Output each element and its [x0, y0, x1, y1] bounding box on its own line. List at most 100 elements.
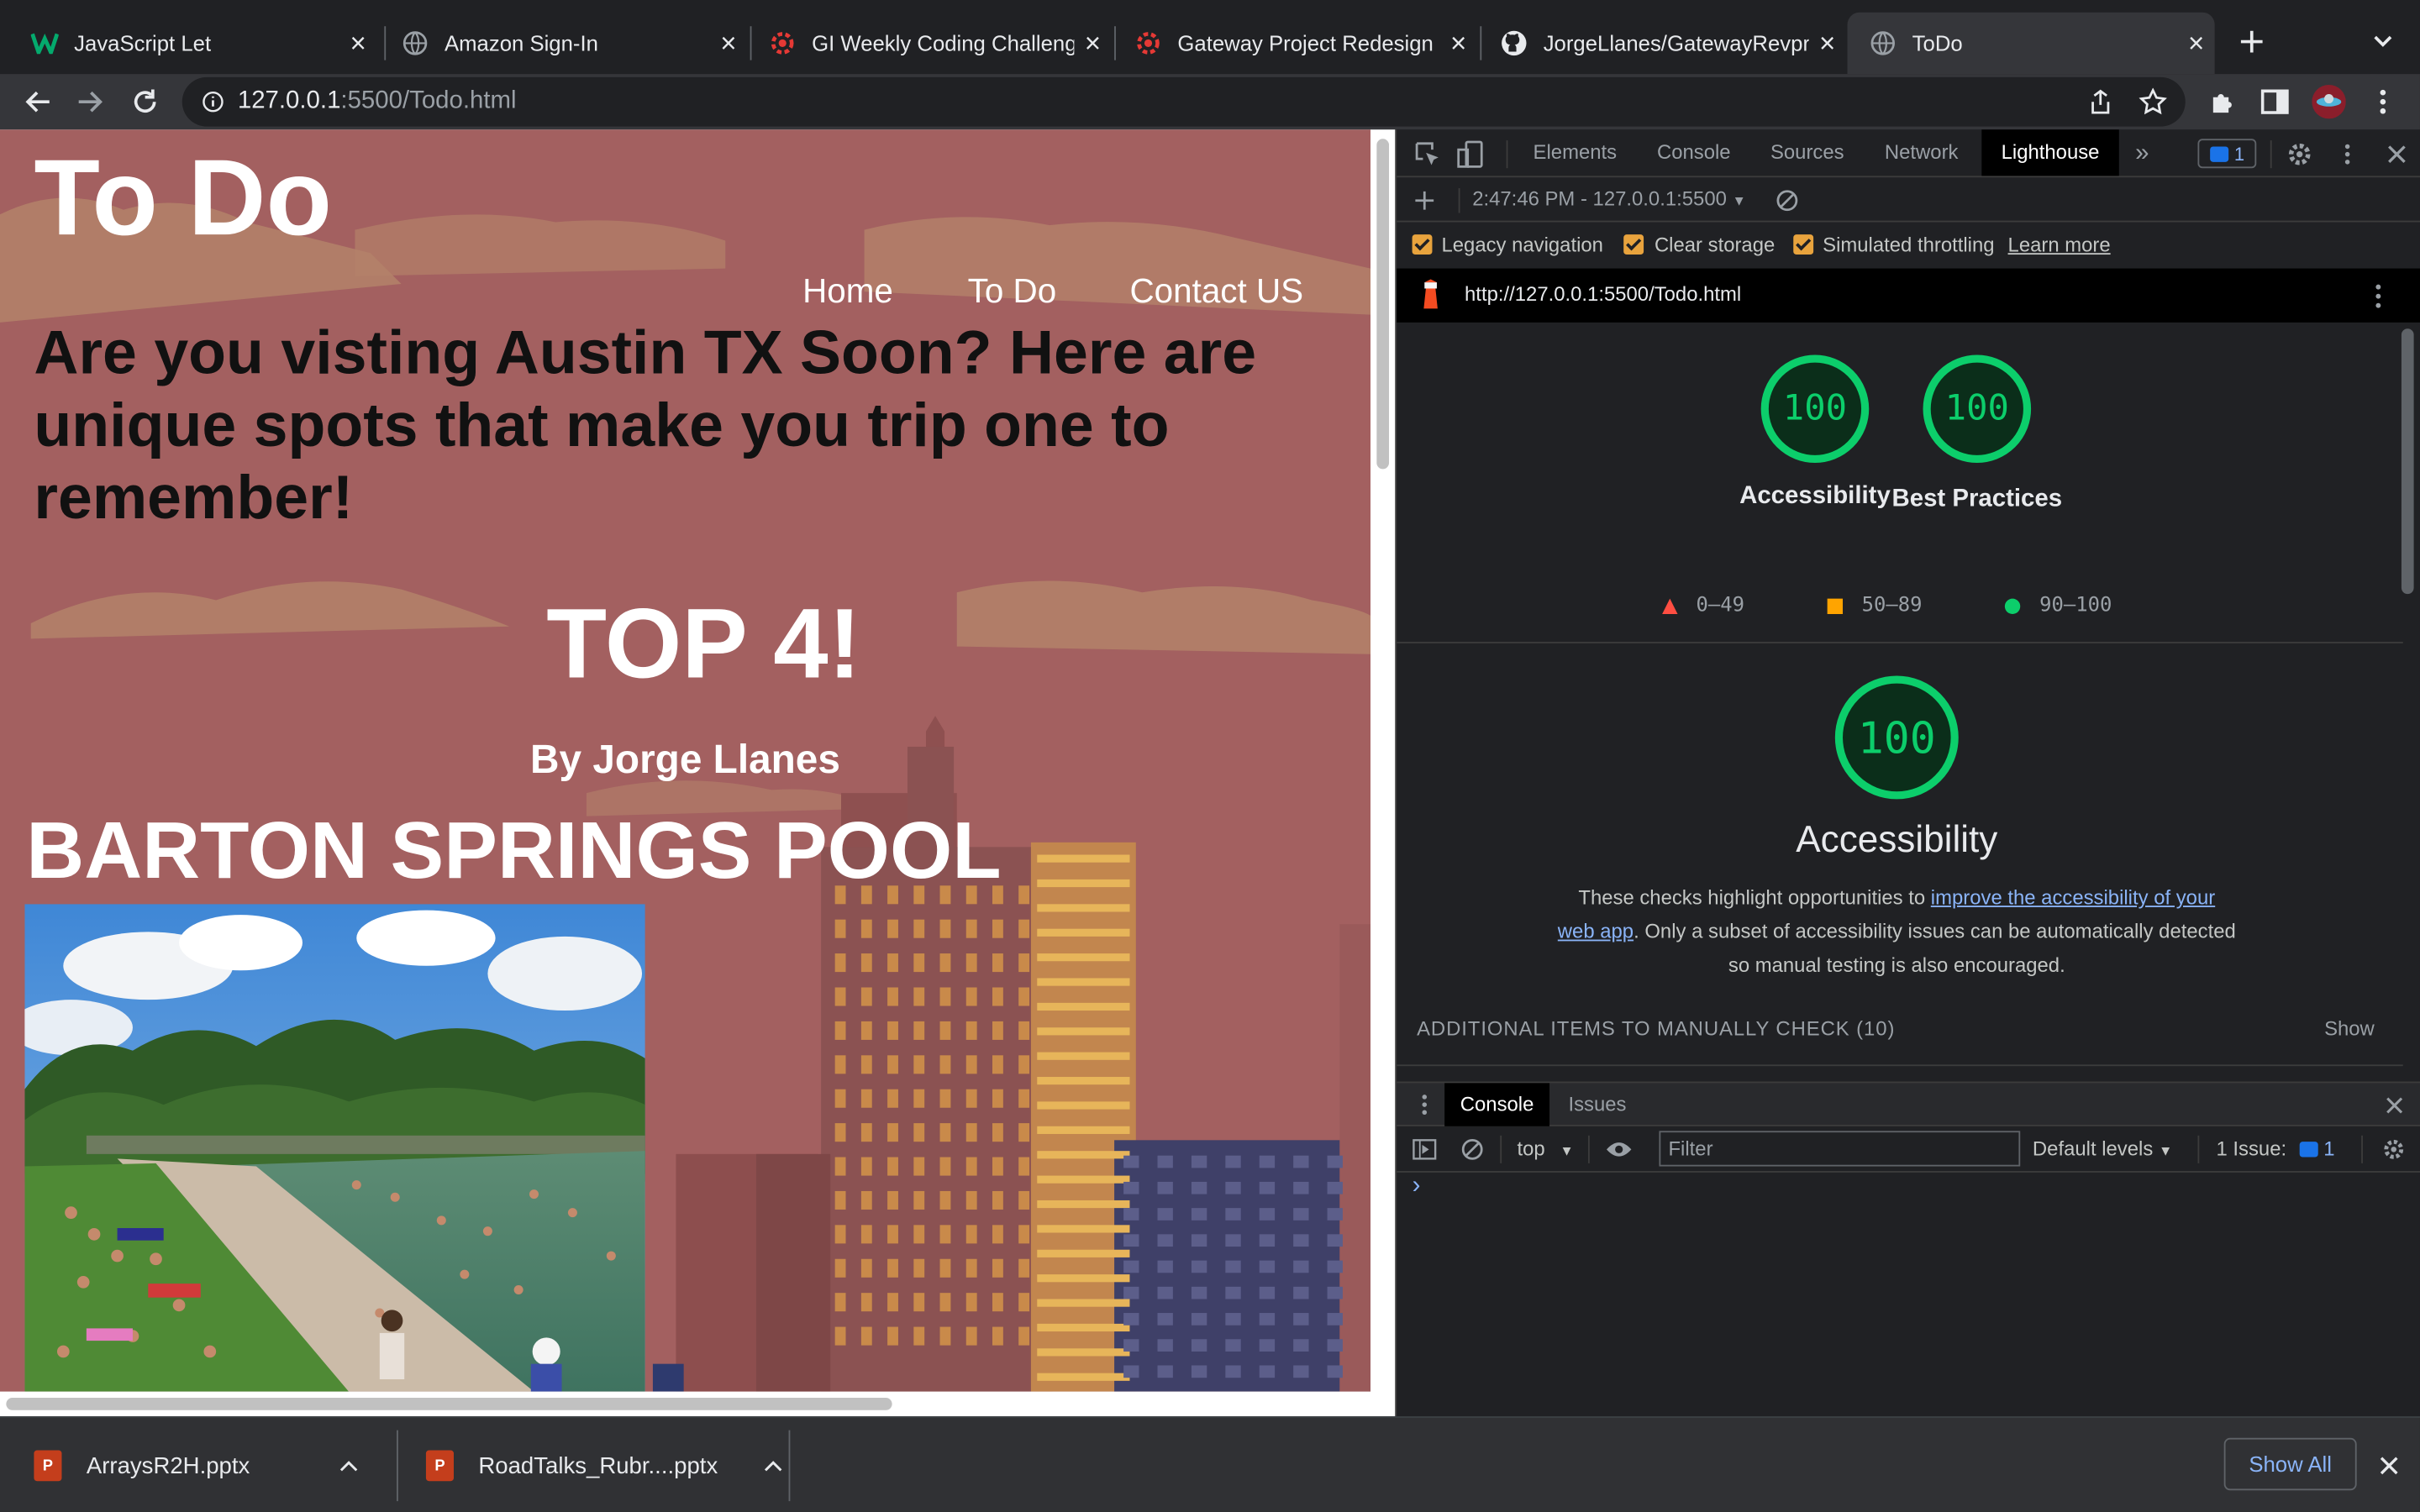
close-tab-icon[interactable]: ×	[339, 27, 376, 60]
close-tab-icon[interactable]: ×	[1440, 27, 1477, 60]
console-prompt[interactable]: ›	[1413, 1173, 1421, 1200]
side-panel-icon[interactable]	[2256, 83, 2293, 120]
back-arrow-icon[interactable]	[18, 83, 55, 120]
nav-link-home[interactable]: Home	[802, 271, 893, 312]
devtools-panel: Elements Console Sources Network Lightho…	[1395, 129, 2420, 1417]
settings-gear-icon[interactable]	[2281, 136, 2318, 173]
legacy-navigation-checkbox[interactable]	[1412, 234, 1433, 255]
console-issues-counter[interactable]: 1 Issue: 1	[2217, 1137, 2335, 1161]
page-viewport: To Do Home To Do Contact US Are you vist…	[0, 129, 1396, 1417]
best-practices-score-gauge[interactable]: 100	[1923, 354, 2032, 464]
vertical-scrollbar[interactable]	[1370, 129, 1396, 1417]
url-text[interactable]: 127.0.0.1:5500/Todo.html	[238, 88, 517, 116]
devtools-tab-console[interactable]: Console	[1636, 129, 1752, 176]
message-icon	[2209, 145, 2228, 161]
drawer-menu-icon[interactable]	[1406, 1086, 1443, 1123]
device-toolbar-icon[interactable]	[1452, 136, 1489, 173]
accessibility-description: These checks highlight opportunities to …	[1557, 881, 2236, 983]
simulated-throttling-checkbox[interactable]	[1793, 234, 1814, 255]
tab-gi-weekly-coding[interactable]: GI Weekly Coding Challeng ×	[747, 13, 1111, 74]
learn-more-link[interactable]: Learn more	[2008, 233, 2111, 256]
inspect-element-icon[interactable]	[1409, 136, 1446, 173]
new-tab-icon[interactable]	[2233, 24, 2270, 60]
show-all-downloads-button[interactable]: Show All	[2223, 1437, 2357, 1491]
clear-storage-checkbox[interactable]	[1623, 234, 1644, 255]
close-downloads-icon[interactable]	[2370, 1447, 2407, 1484]
console-settings-gear-icon[interactable]	[2375, 1131, 2412, 1168]
drawer-tabbar: Console Issues	[1397, 1081, 2420, 1126]
download-item-arraysr2h[interactable]: P ArraysR2H.pptx	[34, 1418, 358, 1512]
devtools-tab-network[interactable]: Network	[1866, 129, 1977, 176]
close-devtools-icon[interactable]	[2378, 136, 2415, 173]
clear-storage-label: Clear storage	[1654, 233, 1776, 256]
kebab-menu-icon[interactable]	[2365, 83, 2402, 120]
close-tab-icon[interactable]: ×	[1809, 27, 1846, 60]
best-practices-gauge-label: Best Practices	[1891, 486, 2063, 512]
nav-link-contact[interactable]: Contact US	[1129, 271, 1303, 312]
report-selector-label: 2:47:46 PM - 127.0.0.1:5500	[1472, 186, 1727, 210]
extensions-puzzle-icon[interactable]	[2204, 83, 2241, 120]
nav-link-todo[interactable]: To Do	[968, 271, 1057, 312]
tab-title: JorgeLlanes/GatewayRevpr	[1543, 30, 1809, 56]
address-bar[interactable]: 127.0.0.1:5500/Todo.html	[182, 76, 2186, 127]
close-tab-icon[interactable]: ×	[1074, 27, 1111, 60]
legend-range-high: 90–100	[2039, 594, 2112, 617]
console-filter-input[interactable]: Filter	[1659, 1131, 2021, 1167]
live-expression-eye-icon[interactable]	[1601, 1131, 1638, 1168]
new-report-plus-icon[interactable]	[1406, 182, 1443, 219]
forward-arrow-icon[interactable]	[72, 83, 109, 120]
accessibility-section-title: Accessibility	[1796, 819, 1998, 861]
accessibility-score-gauge[interactable]: 100	[1760, 354, 1870, 464]
report-url[interactable]: http://127.0.0.1:5500/Todo.html	[1465, 282, 1741, 306]
tab-gateway-project-redesign[interactable]: Gateway Project Redesign ×	[1113, 13, 1476, 74]
close-tab-icon[interactable]: ×	[2178, 27, 2215, 60]
legend-range-low: 0–49	[1696, 594, 1745, 617]
tab-search-chevron-icon[interactable]	[2365, 24, 2402, 60]
issues-counter[interactable]: 1	[2197, 139, 2257, 169]
drawer-tab-console[interactable]: Console	[1444, 1083, 1550, 1126]
report-scroll-thumb[interactable]	[2401, 328, 2414, 595]
js-context-selector[interactable]: top ▼	[1517, 1137, 1573, 1161]
site-info-icon[interactable]	[194, 83, 231, 120]
console-output[interactable]: ›	[1397, 1173, 2420, 1416]
lighthouse-report: 100 Accessibility 100 Best Practices 0–4…	[1397, 323, 2420, 1068]
lighthouse-options: Legacy navigation Clear storage Simulate…	[1397, 222, 2420, 268]
report-selector[interactable]: 2:47:46 PM - 127.0.0.1:5500 ▼	[1472, 186, 1746, 210]
devtools-tab-lighthouse[interactable]: Lighthouse	[1981, 129, 2119, 176]
more-tabs-chevron-icon[interactable]: »	[2123, 136, 2160, 173]
show-manual-items-button[interactable]: Show	[2324, 1016, 2375, 1040]
issue-count: 1	[2323, 1137, 2335, 1161]
devtools-tab-sources[interactable]: Sources	[1752, 129, 1863, 176]
w3schools-icon	[30, 29, 59, 57]
vertical-scroll-thumb[interactable]	[1376, 139, 1390, 470]
profile-avatar[interactable]	[2311, 83, 2348, 120]
horizontal-scrollbar[interactable]	[0, 1391, 1370, 1417]
close-tab-icon[interactable]: ×	[710, 27, 747, 60]
manual-check-header[interactable]: ADDITIONAL ITEMS TO MANUALLY CHECK (10)	[1417, 1016, 1895, 1040]
close-drawer-icon[interactable]	[2375, 1086, 2412, 1123]
author-byline: By Jorge Llanes	[530, 736, 840, 783]
report-menu-icon[interactable]	[2360, 278, 2396, 315]
drawer-tab-issues[interactable]: Issues	[1553, 1083, 1643, 1126]
message-icon	[2298, 1141, 2317, 1157]
tab-todo[interactable]: ToDo ×	[1847, 12, 2215, 75]
download-item-roadtalks[interactable]: P RoadTalks_Rubr....pptx	[425, 1418, 782, 1512]
tab-javascript-let[interactable]: JavaScript Let ×	[9, 13, 376, 74]
tab-title: ToDo	[1912, 30, 1963, 56]
tab-amazon-sign-in[interactable]: Amazon Sign-In ×	[380, 13, 747, 74]
log-levels-dropdown[interactable]: Default levels ▼	[2033, 1137, 2172, 1161]
share-icon[interactable]	[2082, 83, 2119, 120]
clear-console-icon[interactable]	[1454, 1131, 1491, 1168]
reload-icon[interactable]	[127, 83, 164, 120]
console-sidebar-icon[interactable]	[1406, 1131, 1443, 1168]
bookmark-star-icon[interactable]	[2134, 83, 2171, 120]
globe-icon	[402, 29, 429, 57]
chevron-up-icon[interactable]	[764, 1460, 782, 1473]
dropdown-triangle-icon: ▼	[1560, 1142, 1574, 1159]
tab-github-gatewayrevpr[interactable]: JorgeLlanes/GatewayRevpr ×	[1479, 13, 1846, 74]
devtools-menu-icon[interactable]	[2329, 136, 2366, 173]
chevron-up-icon[interactable]	[339, 1460, 358, 1473]
devtools-tab-elements[interactable]: Elements	[1517, 129, 1633, 176]
horizontal-scroll-thumb[interactable]	[6, 1398, 892, 1410]
clear-all-block-icon[interactable]	[1769, 182, 1806, 219]
